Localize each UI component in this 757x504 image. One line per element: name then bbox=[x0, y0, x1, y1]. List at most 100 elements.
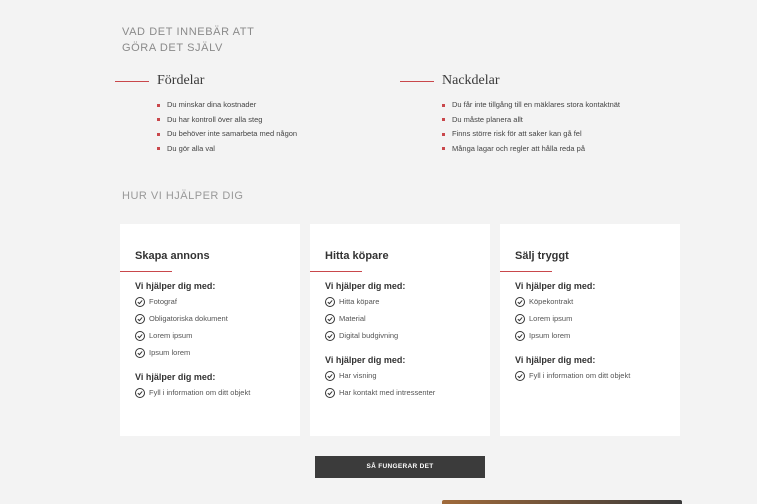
list-item: Har kontakt med intressenter bbox=[325, 388, 480, 405]
card-title-rule bbox=[120, 271, 172, 272]
list-item: Du har kontroll över alla steg bbox=[157, 113, 297, 128]
list-item-text: Har visning bbox=[339, 371, 377, 380]
list-item: Hitta köpare bbox=[325, 297, 480, 314]
bullet-icon bbox=[157, 103, 160, 107]
intro-line-1: VAD DET INNEBÄR ATT bbox=[122, 26, 255, 38]
list-item: Du behöver inte samarbeta med någon bbox=[157, 127, 297, 142]
list-item: Lorem ipsum bbox=[515, 314, 670, 331]
list-item: Obligatoriska dokument bbox=[135, 314, 290, 331]
list-item-text: Du gör alla val bbox=[167, 143, 215, 153]
check-circle-icon bbox=[515, 331, 525, 341]
pros-section: Fördelar Du minskar dina kostnader Du ha… bbox=[115, 72, 297, 156]
card-list: Köpekontrakt Lorem ipsum Ipsum lorem bbox=[515, 297, 670, 348]
check-circle-icon bbox=[325, 388, 335, 398]
list-item-text: Lorem ipsum bbox=[149, 331, 193, 340]
card-group-title: Vi hjälper dig med: bbox=[515, 281, 596, 291]
check-circle-icon bbox=[135, 314, 145, 324]
list-item: Har visning bbox=[325, 371, 480, 388]
bullet-icon bbox=[442, 147, 445, 150]
list-item-text: Digital budgivning bbox=[339, 331, 399, 340]
list-item-text: Ipsum lorem bbox=[529, 331, 571, 340]
how-it-works-button[interactable]: SÅ FUNGERAR DET bbox=[315, 456, 485, 478]
list-item-text: Många lagar och regler att hålla reda på bbox=[452, 143, 586, 153]
list-item-text: Du minskar dina kostnader bbox=[167, 100, 257, 109]
list-item-text: Du måste planera allt bbox=[452, 114, 523, 124]
list-item: Finns större risk för att saker kan gå f… bbox=[442, 127, 620, 142]
cons-section: Nackdelar Du får inte tillgång till en m… bbox=[400, 72, 620, 156]
list-item-text: Har kontakt med intressenter bbox=[339, 388, 436, 397]
card-list: Har visning Har kontakt med intressenter bbox=[325, 371, 480, 405]
cons-title-wrap: Nackdelar bbox=[400, 72, 620, 90]
check-circle-icon bbox=[325, 314, 335, 324]
pros-list: Du minskar dina kostnader Du har kontrol… bbox=[115, 98, 297, 156]
list-item-text: Material bbox=[339, 314, 366, 323]
list-item-text: Köpekontrakt bbox=[529, 297, 574, 306]
check-circle-icon bbox=[325, 297, 335, 307]
list-item-text: Ipsum lorem bbox=[149, 348, 191, 357]
check-circle-icon bbox=[325, 371, 335, 381]
list-item: Du minskar dina kostnader bbox=[157, 98, 297, 113]
card-group-title: Vi hjälper dig med: bbox=[135, 281, 216, 291]
check-circle-icon bbox=[325, 331, 335, 341]
card-body: Vi hjälper dig med: Hitta köpare Materia… bbox=[325, 280, 480, 405]
list-item: Du måste planera allt bbox=[442, 113, 620, 128]
list-item-text: Hitta köpare bbox=[339, 297, 380, 306]
check-circle-icon bbox=[515, 297, 525, 307]
list-item: Du gör alla val bbox=[157, 142, 297, 157]
list-item-text: Fotograf bbox=[149, 297, 177, 306]
list-item: Fyll i information om ditt objekt bbox=[135, 388, 290, 405]
check-circle-icon bbox=[515, 314, 525, 324]
card-title-rule bbox=[310, 271, 362, 272]
help-heading: HUR VI HJÄLPER DIG bbox=[122, 190, 244, 202]
card-list: Fotograf Obligatoriska dokument Lorem ip… bbox=[135, 297, 290, 365]
cons-title-rule bbox=[400, 81, 434, 82]
check-circle-icon bbox=[135, 348, 145, 358]
card-title-rule bbox=[500, 271, 552, 272]
cons-list: Du får inte tillgång till en mäklares st… bbox=[400, 98, 620, 156]
list-item-text: Fyll i information om ditt objekt bbox=[529, 371, 631, 380]
check-circle-icon bbox=[135, 331, 145, 341]
card-group-title: Vi hjälper dig med: bbox=[135, 372, 216, 382]
list-item-text: Du har kontroll över alla steg bbox=[167, 114, 263, 124]
bullet-icon bbox=[442, 132, 445, 136]
list-item-text: Finns större risk för att saker kan gå f… bbox=[452, 129, 582, 138]
card-body: Vi hjälper dig med: Fotograf Obligatoris… bbox=[135, 280, 290, 405]
footer-image bbox=[442, 500, 682, 504]
pros-title-rule bbox=[115, 81, 149, 82]
card-list: Fyll i information om ditt objekt bbox=[135, 388, 290, 405]
card-find-buyer: Hitta köpare Vi hjälper dig med: Hitta k… bbox=[310, 224, 490, 436]
pros-title: Fördelar bbox=[157, 73, 205, 88]
card-title: Sälj tryggt bbox=[515, 250, 569, 262]
bullet-icon bbox=[442, 118, 445, 121]
list-item-text: Fyll i information om ditt objekt bbox=[149, 388, 251, 397]
card-list: Fyll i information om ditt objekt bbox=[515, 371, 670, 388]
list-item: Ipsum lorem bbox=[135, 348, 290, 365]
check-circle-icon bbox=[135, 388, 145, 398]
card-group-title: Vi hjälper dig med: bbox=[515, 355, 596, 365]
card-body: Vi hjälper dig med: Köpekontrakt Lorem i… bbox=[515, 280, 670, 388]
list-item: Fyll i information om ditt objekt bbox=[515, 371, 670, 388]
pros-title-wrap: Fördelar bbox=[115, 72, 297, 90]
intro-line-2: GÖRA DET SJÄLV bbox=[122, 42, 223, 54]
bullet-icon bbox=[157, 118, 160, 121]
list-item: Ipsum lorem bbox=[515, 331, 670, 348]
card-title: Skapa annons bbox=[135, 250, 210, 262]
bullet-icon bbox=[442, 103, 445, 107]
list-item: Lorem ipsum bbox=[135, 331, 290, 348]
card-group-title: Vi hjälper dig med: bbox=[325, 355, 406, 365]
list-item: Du får inte tillgång till en mäklares st… bbox=[442, 98, 620, 113]
intro-heading: VAD DET INNEBÄR ATT GÖRA DET SJÄLV bbox=[122, 24, 254, 56]
check-circle-icon bbox=[515, 371, 525, 381]
card-sell-safely: Sälj tryggt Vi hjälper dig med: Köpekont… bbox=[500, 224, 680, 436]
list-item-text: Du får inte tillgång till en mäklares st… bbox=[452, 100, 620, 109]
list-item: Material bbox=[325, 314, 480, 331]
cons-title: Nackdelar bbox=[442, 73, 500, 88]
card-create-ad: Skapa annons Vi hjälper dig med: Fotogra… bbox=[120, 224, 300, 436]
list-item: Digital budgivning bbox=[325, 331, 480, 348]
list-item-text: Lorem ipsum bbox=[529, 314, 573, 323]
list-item: Köpekontrakt bbox=[515, 297, 670, 314]
list-item: Många lagar och regler att hålla reda på bbox=[442, 142, 620, 157]
card-group-title: Vi hjälper dig med: bbox=[325, 281, 406, 291]
card-title: Hitta köpare bbox=[325, 250, 389, 262]
bullet-icon bbox=[157, 132, 160, 136]
